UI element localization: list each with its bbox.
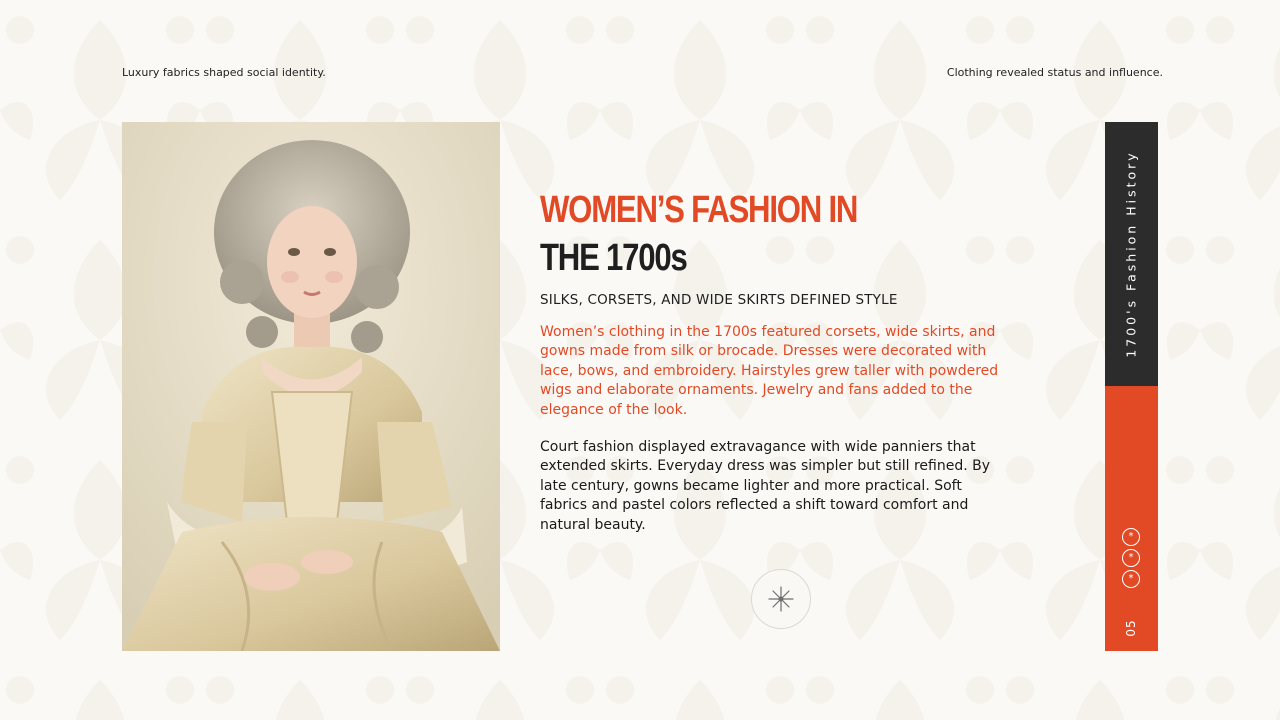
asterisk-dots: * * * (1122, 528, 1142, 591)
title-line-2: THE 1700s (540, 237, 688, 279)
side-bar-accent-section (1105, 386, 1158, 651)
asterisk-icon: * (1122, 549, 1140, 567)
asterisk-icon: * (1122, 528, 1140, 546)
highlight-paragraph: Women’s clothing in the 1700s featured c… (540, 324, 999, 418)
subheading: SILKS, CORSETS, AND WIDE SKIRTS DEFINED … (540, 292, 898, 308)
side-bar-label: 1700's Fashion History (1123, 150, 1139, 358)
sparkle-star-icon (751, 569, 811, 629)
page-number: 05 (1124, 619, 1138, 637)
title-line-1: WOMEN’S FASHION IN (540, 189, 858, 231)
header-caption-left: Luxury fabrics shaped social identity. (122, 66, 326, 79)
side-bar: 1700's Fashion History * * * 05 (1105, 122, 1158, 651)
body-paragraph: Court fashion displayed extravagance wit… (540, 439, 991, 533)
asterisk-icon: * (1122, 570, 1140, 588)
portrait-image (122, 122, 500, 651)
slide-title: WOMEN’S FASHION IN THE 1700s (540, 186, 1010, 282)
header-caption-right: Clothing revealed status and influence. (946, 66, 1163, 79)
